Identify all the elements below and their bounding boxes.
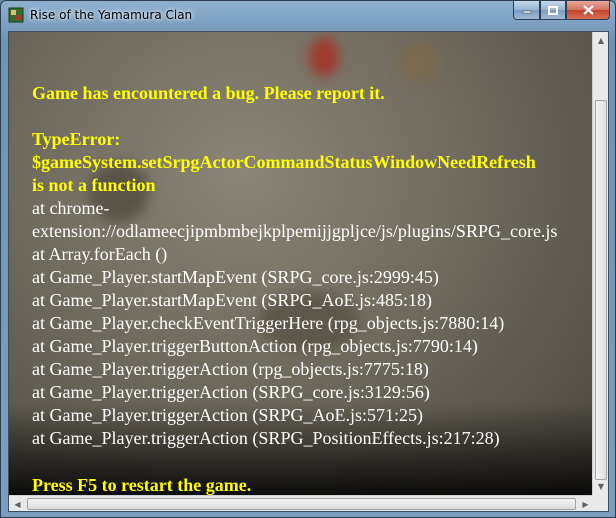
error-message: Game has encountered a bug. Please repor… xyxy=(32,82,602,450)
error-type: TypeError: xyxy=(32,129,121,149)
stack-line: extension://odlameecjipmbmbejkplpemijjgp… xyxy=(32,221,558,241)
stack-line: at Game_Player.triggerAction (rpg_object… xyxy=(32,359,429,379)
stack-line: at Array.forEach () xyxy=(32,244,168,264)
background-blur-shape xyxy=(309,37,339,77)
scroll-left-icon[interactable]: ◀ xyxy=(9,496,26,511)
error-header: Game has encountered a bug. Please repor… xyxy=(32,83,385,103)
stack-line: at chrome- xyxy=(32,198,110,218)
minimize-button[interactable] xyxy=(513,1,540,20)
stack-line: at Game_Player.triggerAction (SRPG_core.… xyxy=(32,382,430,402)
maximize-icon xyxy=(548,5,558,15)
stack-line: at Game_Player.triggerAction (SRPG_Posit… xyxy=(32,428,500,448)
horizontal-scrollbar[interactable]: ◀ ▶ xyxy=(9,495,594,511)
stack-line: at Game_Player.checkEventTriggerHere (rp… xyxy=(32,313,505,333)
horizontal-scroll-thumb[interactable] xyxy=(27,498,576,510)
maximize-button[interactable] xyxy=(540,1,566,20)
title-bar[interactable]: Rise of the Yamamura Clan xyxy=(1,1,615,31)
scrollbar-corner xyxy=(592,495,608,511)
scroll-down-icon[interactable]: ▼ xyxy=(593,478,608,495)
error-message-line: $gameSystem.setSrpgActorCommandStatusWin… xyxy=(32,152,536,172)
stack-line: at Game_Player.startMapEvent (SRPG_core.… xyxy=(32,267,439,287)
game-canvas[interactable]: Game has encountered a bug. Please repor… xyxy=(8,31,609,512)
window-title: Rise of the Yamamura Clan xyxy=(30,8,193,22)
stack-line: at Game_Player.triggerAction (SRPG_AoE.j… xyxy=(32,405,423,425)
scroll-up-icon[interactable]: ▲ xyxy=(593,32,608,49)
error-message-line: is not a function xyxy=(32,175,156,195)
stack-line: at Game_Player.startMapEvent (SRPG_AoE.j… xyxy=(32,290,432,310)
background-blur-shape xyxy=(399,42,439,82)
stack-line: at Game_Player.triggerButtonAction (rpg_… xyxy=(32,336,478,356)
game-app-icon xyxy=(8,7,24,23)
close-icon xyxy=(582,5,594,15)
restart-hint: Press F5 to restart the game. xyxy=(32,475,252,495)
game-window: Rise of the Yamamura Clan Game has encou… xyxy=(0,0,616,518)
vertical-scrollbar[interactable]: ▲ ▼ xyxy=(592,32,608,495)
caption-buttons xyxy=(513,1,610,20)
vertical-scroll-thumb[interactable] xyxy=(595,100,607,480)
minimize-icon xyxy=(522,10,531,14)
close-button[interactable] xyxy=(566,1,610,20)
